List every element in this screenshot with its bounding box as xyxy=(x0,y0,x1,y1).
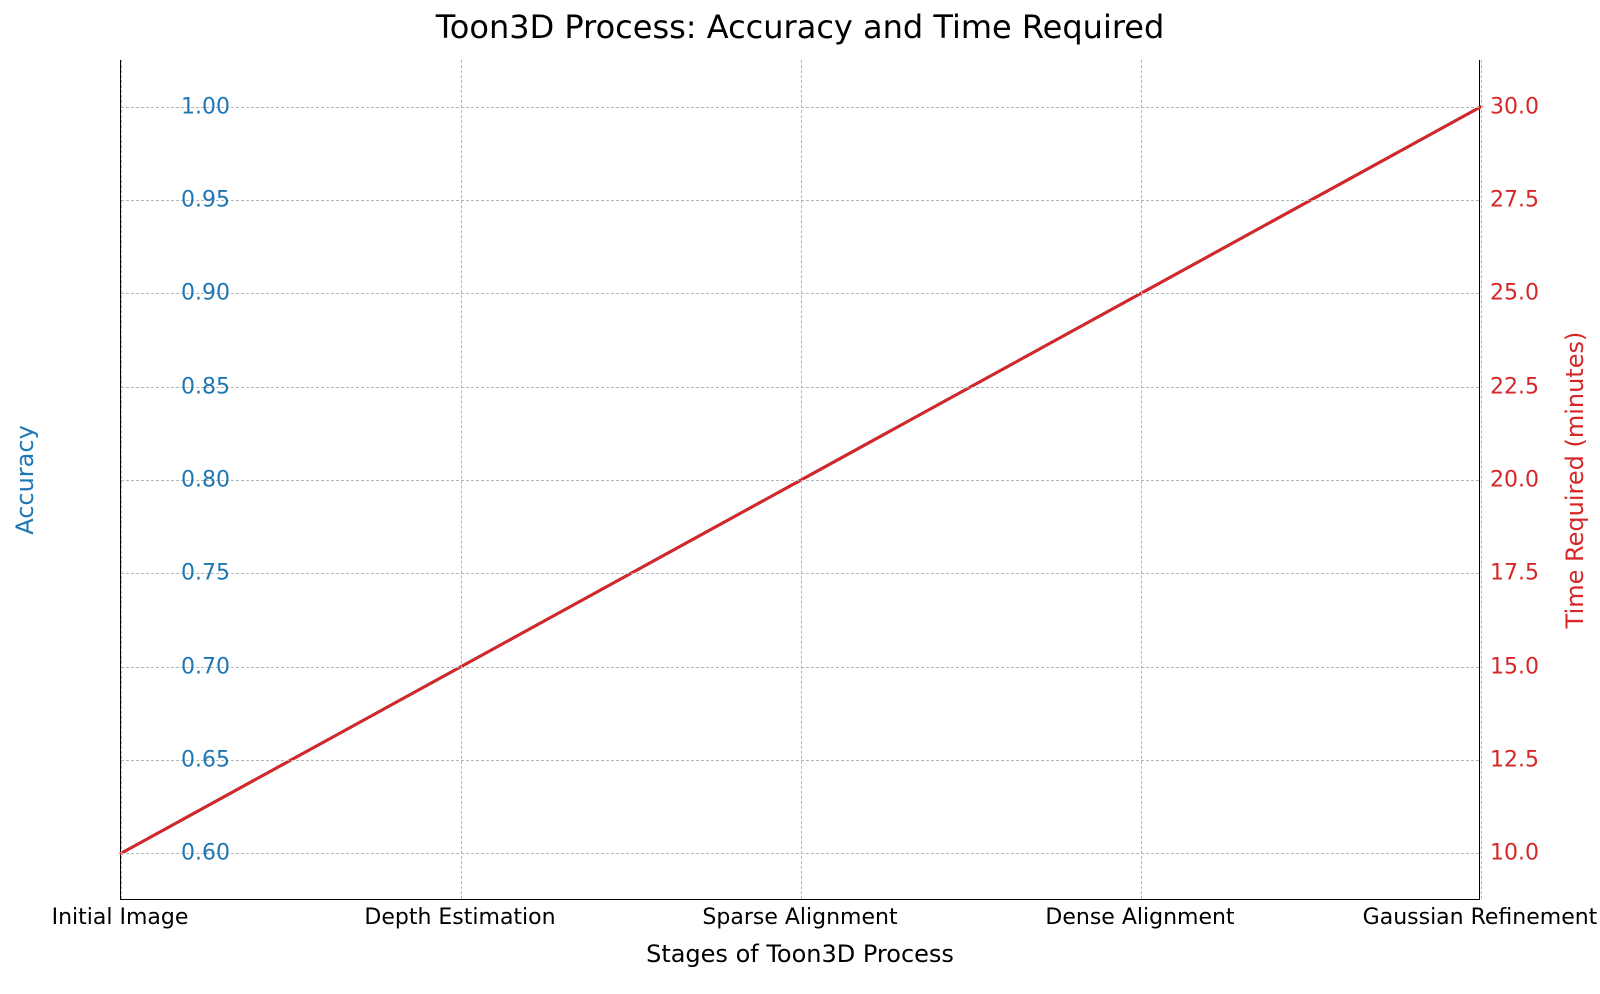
x-axis-label: Stages of Toon3D Process xyxy=(0,940,1600,968)
gridline-horizontal xyxy=(121,573,1479,574)
y-left-tick-label: 0.60 xyxy=(130,841,230,866)
y-right-tick-label: 30.0 xyxy=(1490,94,1590,119)
y-left-tick-label: 0.80 xyxy=(130,468,230,493)
gridline-horizontal xyxy=(121,853,1479,854)
x-tick-label: Dense Alignment xyxy=(980,905,1300,930)
gridline-vertical xyxy=(461,60,462,899)
y-right-tick-label: 22.5 xyxy=(1490,374,1590,399)
gridline-horizontal xyxy=(121,107,1479,108)
y-right-tick-label: 20.0 xyxy=(1490,468,1590,493)
gridline-vertical xyxy=(1481,60,1482,899)
y-right-tick-label: 17.5 xyxy=(1490,561,1590,586)
x-tick-label: Gaussian Refinement xyxy=(1320,905,1600,930)
gridline-horizontal xyxy=(121,293,1479,294)
y-right-tick-label: 10.0 xyxy=(1490,841,1590,866)
chart-container: Toon3D Process: Accuracy and Time Requir… xyxy=(0,0,1600,994)
gridline-vertical xyxy=(121,60,122,899)
plot-area xyxy=(120,60,1480,900)
gridline-horizontal xyxy=(121,760,1479,761)
gridline-vertical xyxy=(1141,60,1142,899)
x-tick-label: Sparse Alignment xyxy=(640,905,960,930)
gridline-horizontal xyxy=(121,200,1479,201)
y-left-tick-label: 1.00 xyxy=(130,94,230,119)
gridline-horizontal xyxy=(121,387,1479,388)
y-left-tick-label: 0.95 xyxy=(130,188,230,213)
y-right-tick-label: 27.5 xyxy=(1490,188,1590,213)
x-tick-label: Initial Image xyxy=(0,905,280,930)
y-axis-left-label: Accuracy xyxy=(11,425,39,535)
gridline-vertical xyxy=(801,60,802,899)
y-left-tick-label: 0.85 xyxy=(130,374,230,399)
gridline-horizontal xyxy=(121,480,1479,481)
gridline-horizontal xyxy=(121,667,1479,668)
x-tick-label: Depth Estimation xyxy=(300,905,620,930)
y-right-tick-label: 25.0 xyxy=(1490,281,1590,306)
y-left-tick-label: 0.90 xyxy=(130,281,230,306)
y-right-tick-label: 15.0 xyxy=(1490,654,1590,679)
y-left-tick-label: 0.75 xyxy=(130,561,230,586)
chart-title: Toon3D Process: Accuracy and Time Requir… xyxy=(0,8,1600,46)
y-left-tick-label: 0.70 xyxy=(130,654,230,679)
y-left-tick-label: 0.65 xyxy=(130,748,230,773)
y-right-tick-label: 12.5 xyxy=(1490,748,1590,773)
